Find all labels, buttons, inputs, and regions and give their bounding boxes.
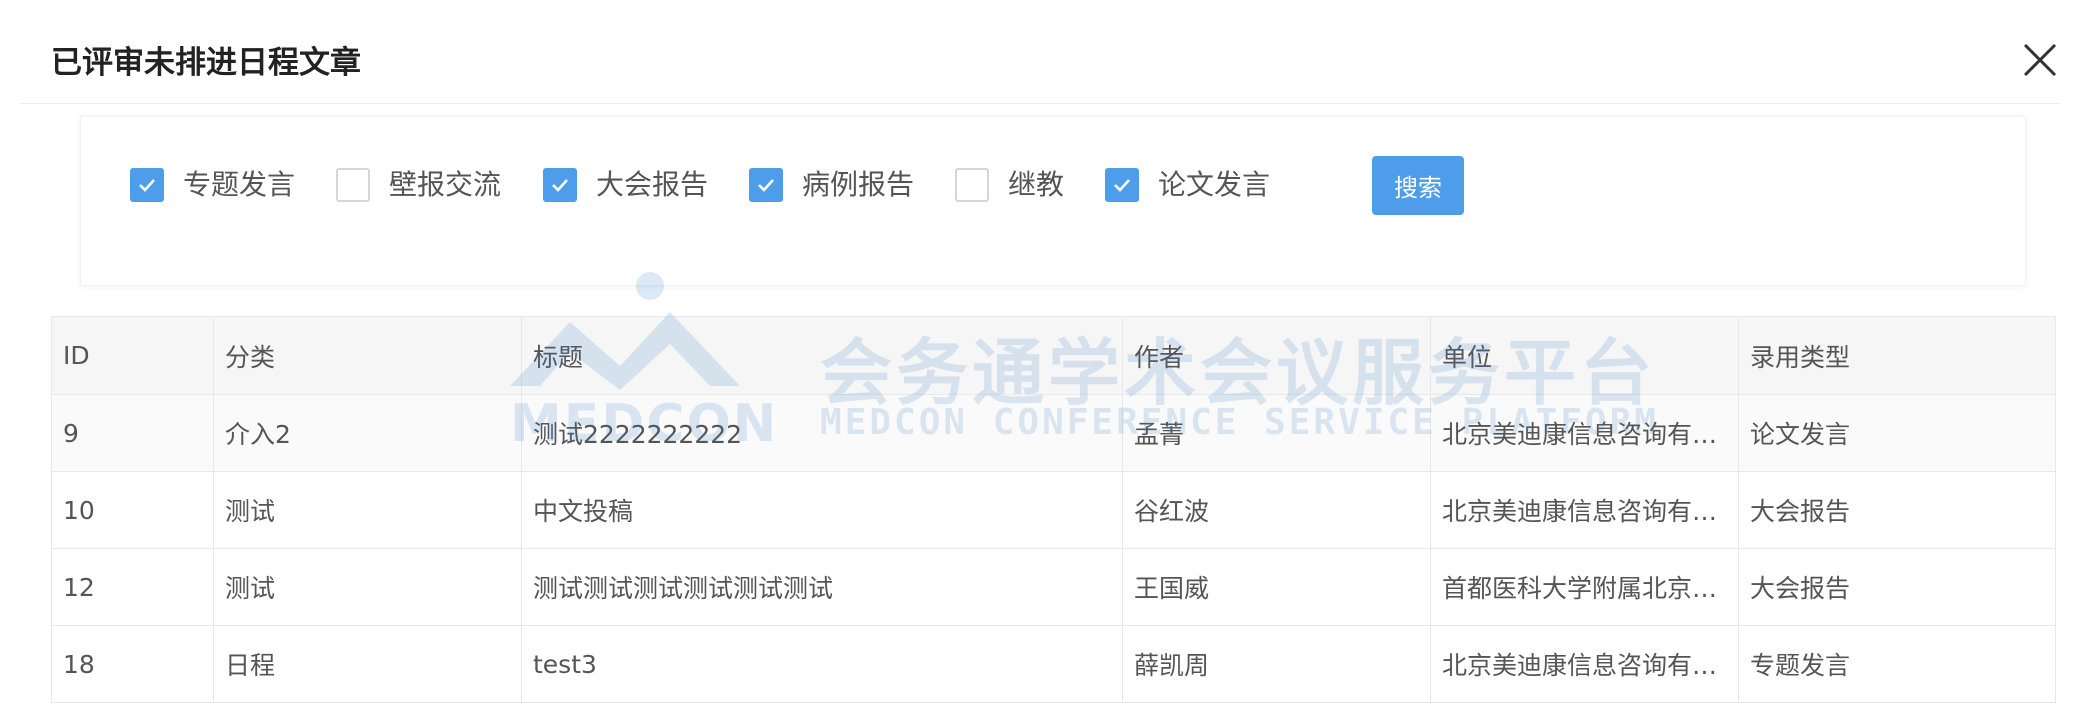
filter-checkbox-zhuanti[interactable]: 专题发言: [130, 165, 295, 205]
cell-title: test3: [521, 625, 1123, 703]
filter-checkbox-lunwen[interactable]: 论文发言: [1105, 165, 1270, 205]
dialog-header: 已评审未排进日程文章: [20, 0, 2060, 104]
cell-title: 中文投稿: [521, 471, 1123, 549]
close-icon: [2023, 43, 2057, 77]
cell-author: 薛凯周: [1122, 625, 1431, 703]
cell-title: 测试2222222222: [521, 394, 1123, 472]
table-header-row: ID 分类 标题 作者 单位 录用类型: [51, 316, 2056, 395]
cell-unit: 北京美迪康信息咨询有限公司: [1430, 471, 1739, 549]
cell-id: 10: [51, 471, 214, 549]
cell-id: 9: [51, 394, 214, 472]
cell-id: 12: [51, 548, 214, 626]
cell-category: 日程: [213, 625, 522, 703]
cell-unit: 北京美迪康信息咨询有限公司: [1430, 394, 1739, 472]
check-icon: [139, 179, 155, 192]
check-icon: [1114, 179, 1130, 192]
search-button[interactable]: 搜索: [1372, 156, 1464, 215]
cell-category: 介入2: [213, 394, 522, 472]
dialog-title: 已评审未排进日程文章: [51, 45, 361, 81]
check-icon: [758, 179, 774, 192]
articles-table: ID 分类 标题 作者 单位 录用类型 9 介入2 测试2222222222 孟…: [51, 316, 2056, 703]
check-icon: [552, 179, 568, 192]
col-header-category[interactable]: 分类: [213, 316, 522, 395]
close-button[interactable]: [2020, 40, 2060, 80]
cell-category: 测试: [213, 548, 522, 626]
col-header-title[interactable]: 标题: [521, 316, 1123, 395]
checkbox-label: 论文发言: [1158, 168, 1271, 201]
checkbox-box[interactable]: [336, 168, 370, 202]
checkbox-box[interactable]: [955, 168, 989, 202]
checkbox-box[interactable]: [1105, 168, 1139, 202]
checkbox-box[interactable]: [543, 168, 577, 202]
table-row[interactable]: 9 介入2 测试2222222222 孟菁 北京美迪康信息咨询有限公司 论文发言: [51, 394, 2056, 472]
checkbox-label: 继教: [1008, 168, 1065, 201]
checkbox-label: 壁报交流: [389, 168, 502, 201]
cell-unit: 首都医科大学附属北京安贞医院: [1430, 548, 1739, 626]
cell-id: 18: [51, 625, 214, 703]
checkbox-label: 大会报告: [596, 168, 709, 201]
cell-author: 谷红波: [1122, 471, 1431, 549]
cell-type: 大会报告: [1738, 548, 2056, 626]
col-header-id[interactable]: ID: [51, 316, 214, 395]
filter-checkbox-jijiao[interactable]: 继教: [955, 165, 1064, 205]
checkbox-box[interactable]: [130, 168, 164, 202]
table-row[interactable]: 12 测试 测试测试测试测试测试测试 王国威 首都医科大学附属北京安贞医院 大会…: [51, 548, 2056, 626]
col-header-author[interactable]: 作者: [1122, 316, 1431, 395]
cell-type: 论文发言: [1738, 394, 2056, 472]
cell-author: 王国威: [1122, 548, 1431, 626]
filter-checkbox-bibao[interactable]: 壁报交流: [336, 165, 501, 205]
cell-category: 测试: [213, 471, 522, 549]
cell-title: 测试测试测试测试测试测试: [521, 548, 1123, 626]
checkbox-label: 专题发言: [183, 168, 296, 201]
col-header-type[interactable]: 录用类型: [1738, 316, 2056, 395]
checkbox-box[interactable]: [749, 168, 783, 202]
checkbox-label: 病例报告: [802, 168, 915, 201]
cell-author: 孟菁: [1122, 394, 1431, 472]
filter-checkbox-dahui[interactable]: 大会报告: [543, 165, 708, 205]
cell-type: 专题发言: [1738, 625, 2056, 703]
cell-type: 大会报告: [1738, 471, 2056, 549]
table-row[interactable]: 10 测试 中文投稿 谷红波 北京美迪康信息咨询有限公司 大会报告: [51, 471, 2056, 549]
cell-unit: 北京美迪康信息咨询有限公司: [1430, 625, 1739, 703]
filter-checkbox-bingli[interactable]: 病例报告: [749, 165, 914, 205]
col-header-unit[interactable]: 单位: [1430, 316, 1739, 395]
table-row[interactable]: 18 日程 test3 薛凯周 北京美迪康信息咨询有限公司 专题发言: [51, 625, 2056, 703]
